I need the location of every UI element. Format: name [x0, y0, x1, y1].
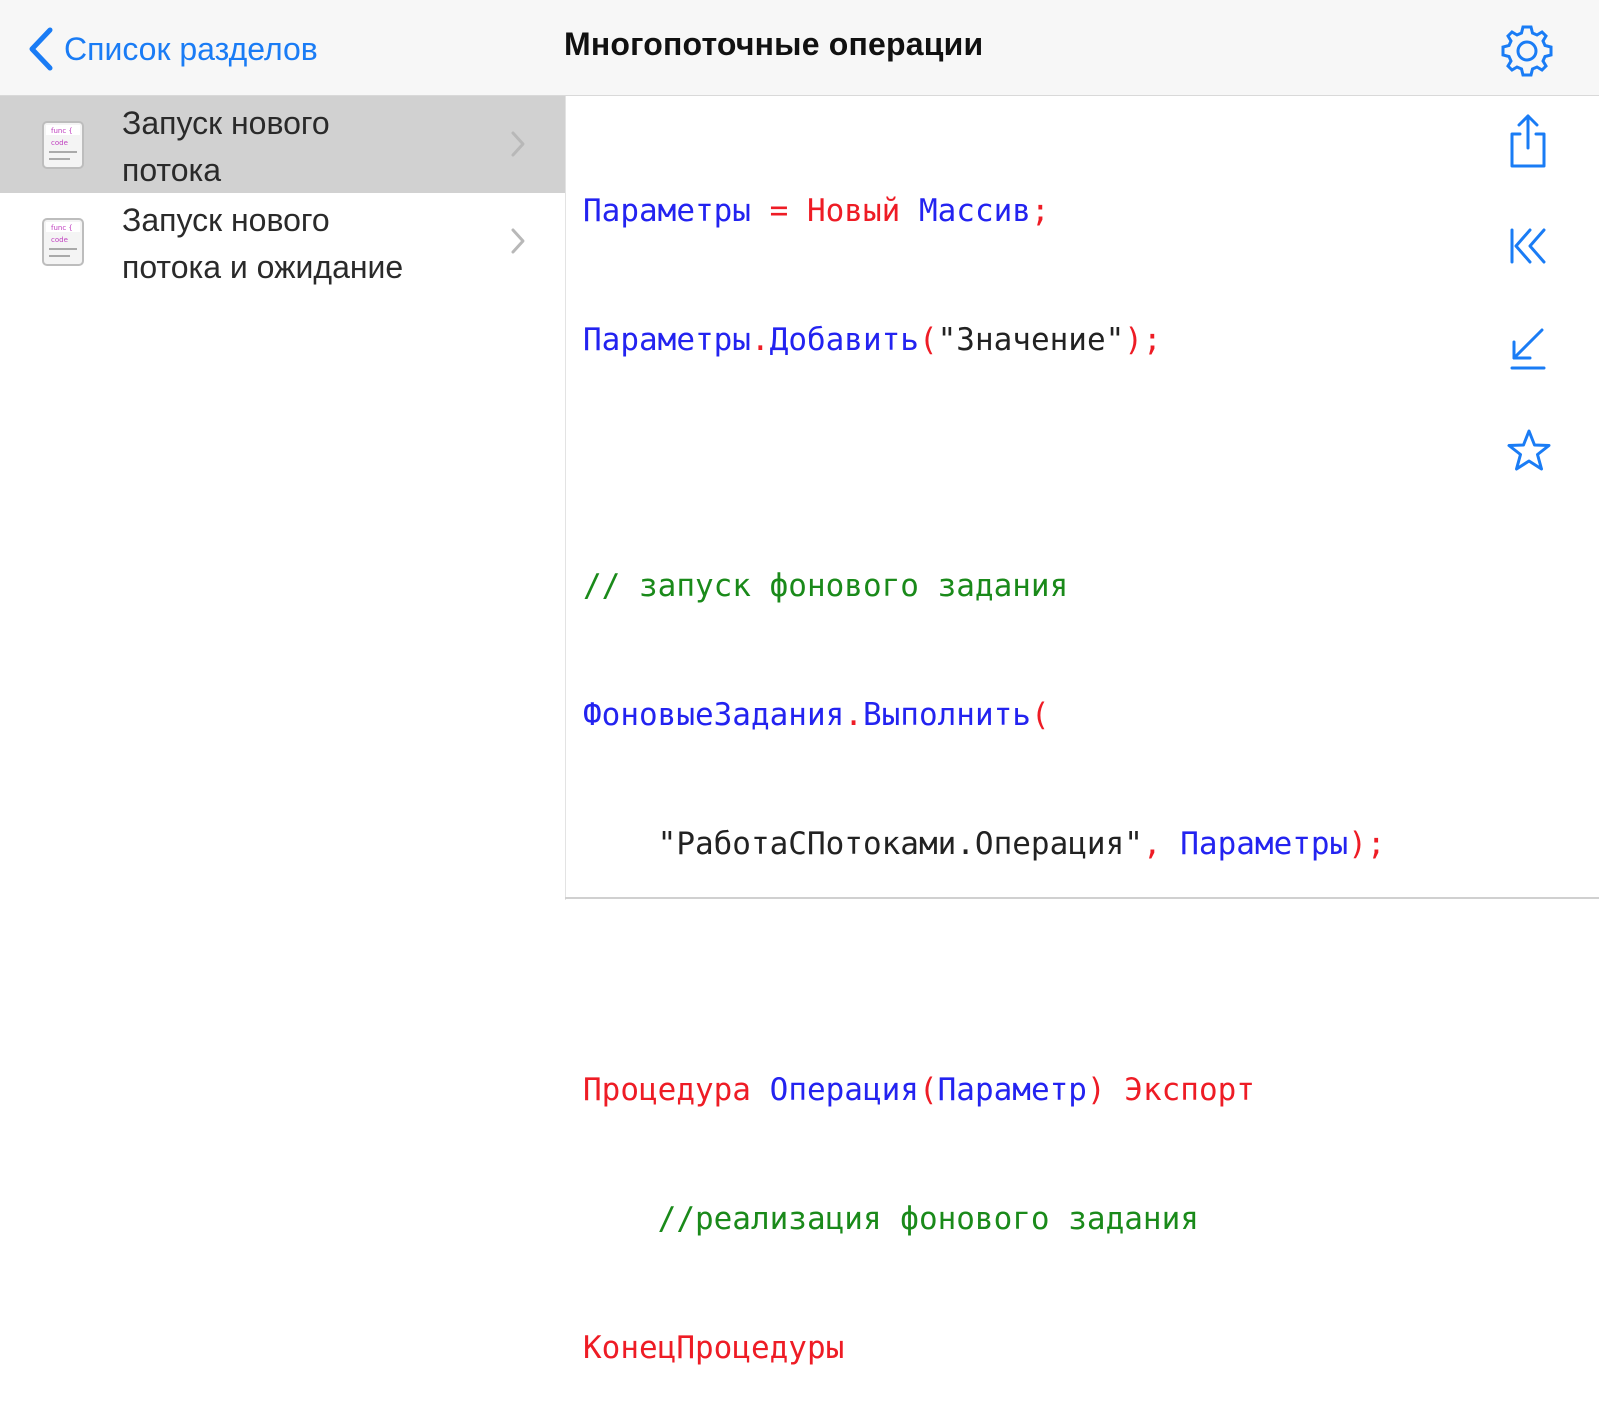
code-line: Параметры = Новый Массив;	[583, 190, 1386, 233]
code-line: // запуск фонового задания	[583, 565, 1386, 608]
code-view: Параметры = Новый Массив; Параметры.Доба…	[583, 104, 1386, 1413]
code-token: .	[844, 697, 863, 733]
sidebar: func { code Запуск нового потока func { …	[0, 96, 565, 900]
sidebar-item-label: Запуск нового потока и ожидание	[122, 197, 482, 291]
code-token: ФоновыеЗадания	[583, 697, 845, 733]
code-comment: // запуск фонового задания	[583, 568, 1069, 604]
code-token: Параметры	[1180, 826, 1349, 862]
code-token: Массив	[900, 193, 1031, 229]
sidebar-item-label: Запуск нового потока	[122, 100, 482, 194]
code-token: Параметры	[583, 322, 751, 358]
sidebar-item-label-line2: потока	[122, 152, 222, 188]
code-token: (	[918, 322, 938, 358]
code-line: //реализация фонового задания	[583, 1198, 1386, 1241]
back-button-label: Список разделов	[64, 30, 318, 67]
share-icon[interactable]	[1506, 112, 1550, 170]
code-token: Новый	[806, 193, 901, 229]
code-token: Добавить	[769, 322, 919, 358]
navigation-bar: Список разделов Многопоточные операции	[0, 0, 1599, 96]
code-token: ,	[1142, 826, 1181, 862]
first-page-icon[interactable]	[1506, 224, 1550, 268]
sidebar-item-label-line1: Запуск нового	[122, 202, 330, 238]
code-token: Процедура	[583, 1072, 751, 1108]
sidebar-item-new-thread-wait[interactable]: func { code Запуск нового потока и ожида…	[0, 193, 565, 290]
bottom-separator	[565, 897, 1599, 899]
code-token: (	[918, 1072, 938, 1108]
code-token: ;	[1030, 193, 1050, 229]
code-token: );	[1124, 322, 1162, 358]
code-token: Выполнить	[862, 697, 1031, 733]
split-divider	[565, 96, 566, 900]
code-token: Операция	[769, 1072, 919, 1108]
code-token: Параметры	[583, 193, 751, 229]
back-button[interactable]: Список разделов	[28, 24, 318, 74]
code-token: (	[1030, 697, 1050, 733]
chevron-right-icon	[511, 131, 525, 157]
code-file-icon: func { code	[42, 121, 84, 169]
code-token: Параметр	[937, 1072, 1087, 1108]
page-title: Многопоточные операции	[564, 26, 984, 62]
code-line: ФоновыеЗадания.Выполнить(	[583, 694, 1386, 737]
svg-text:func {: func {	[51, 224, 73, 232]
code-line: Параметры.Добавить("Значение");	[583, 319, 1386, 362]
collapse-icon[interactable]	[1506, 324, 1550, 372]
code-line: Процедура Операция(Параметр) Экспорт	[583, 1069, 1386, 1112]
code-line: КонецПроцедуры	[583, 1327, 1386, 1370]
sidebar-item-label-line2: потока и ожидание	[122, 249, 404, 285]
code-token: =	[750, 193, 807, 229]
sidebar-item-label-line1: Запуск нового	[122, 105, 330, 141]
code-token: .	[750, 322, 770, 358]
code-token: Экспорт	[1105, 1072, 1255, 1108]
code-comment: //реализация фонового задания	[583, 1201, 1199, 1237]
chevron-right-icon	[511, 228, 525, 254]
gear-icon[interactable]	[1498, 22, 1556, 80]
code-file-icon: func { code	[42, 218, 84, 266]
favorite-star-icon[interactable]	[1506, 428, 1552, 474]
code-token: )	[1086, 1072, 1106, 1108]
svg-text:code: code	[51, 236, 68, 244]
sidebar-item-new-thread[interactable]: func { code Запуск нового потока	[0, 96, 565, 193]
code-token: );	[1348, 826, 1386, 862]
svg-text:code: code	[51, 139, 68, 147]
code-token: КонецПроцедуры	[583, 1330, 845, 1366]
svg-text:func {: func {	[51, 127, 73, 135]
code-line: "РаботаСПотоками.Операция", Параметры);	[583, 823, 1386, 866]
code-token: "РаботаСПотоками.Операция"	[583, 826, 1143, 862]
chevron-left-icon	[29, 27, 53, 71]
code-token: "Значение"	[937, 322, 1125, 358]
